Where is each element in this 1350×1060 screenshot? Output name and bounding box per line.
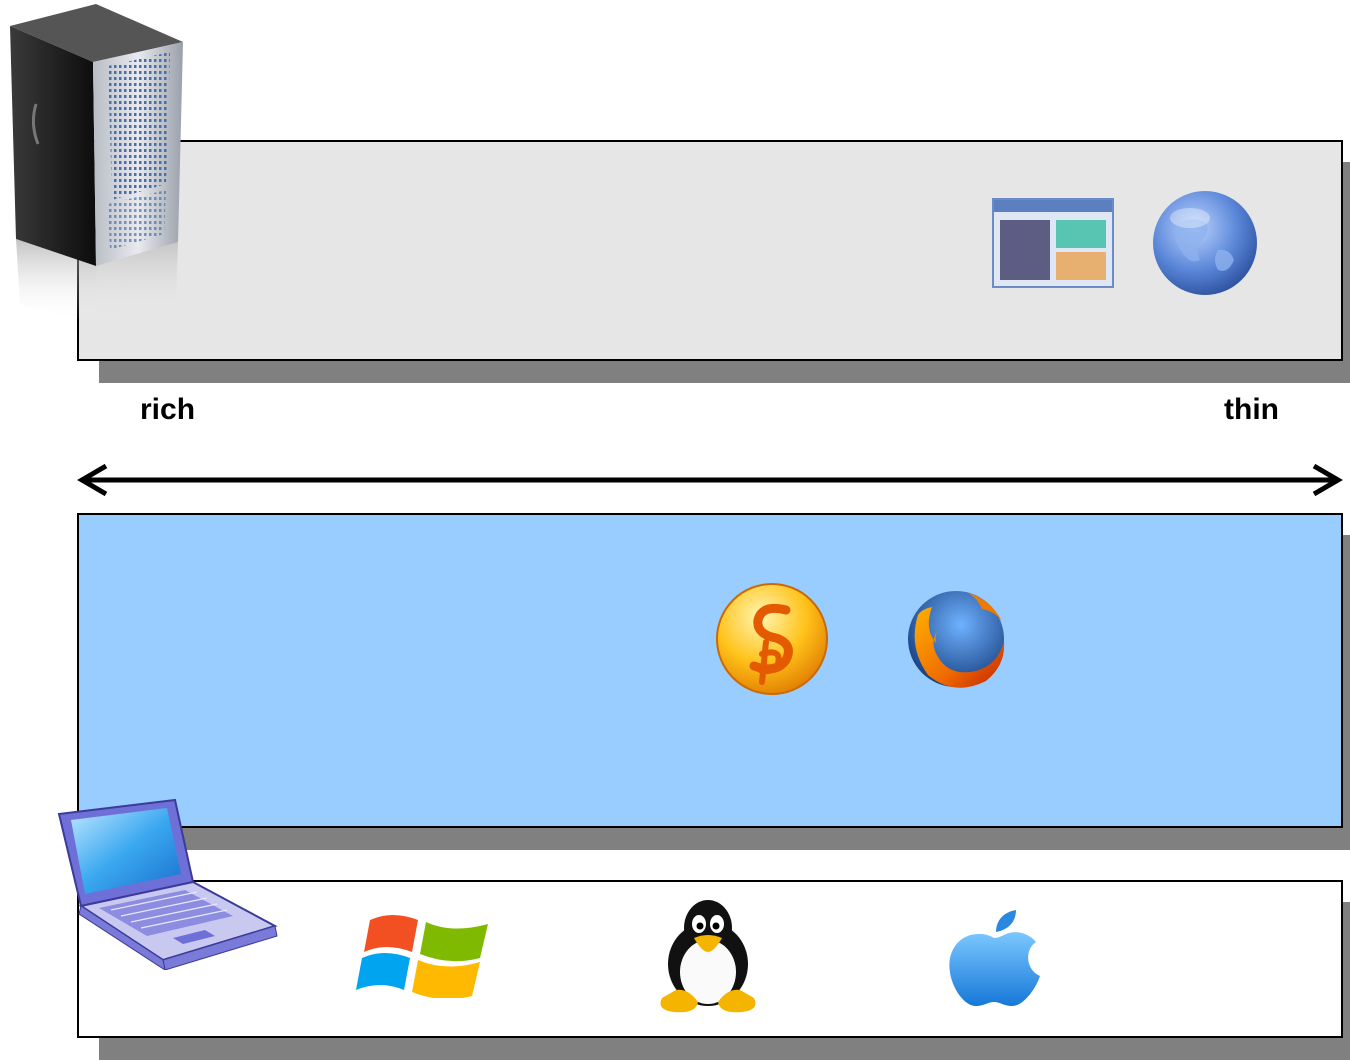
double-arrow (76, 462, 1346, 498)
application-layer-panel (77, 513, 1343, 828)
server-tower-icon (8, 4, 188, 324)
rich-label: rich (140, 393, 196, 426)
globe-icon (1150, 190, 1260, 300)
firefox-icon (898, 585, 1010, 697)
sun-java-icon (714, 582, 832, 698)
thin-label: thin (1224, 393, 1279, 426)
linux-tux-icon (652, 898, 764, 1016)
laptop-icon (55, 798, 280, 970)
windows-logo-icon (356, 912, 494, 998)
web-layout-icon (992, 198, 1114, 288)
apple-logo-icon (942, 910, 1046, 1010)
